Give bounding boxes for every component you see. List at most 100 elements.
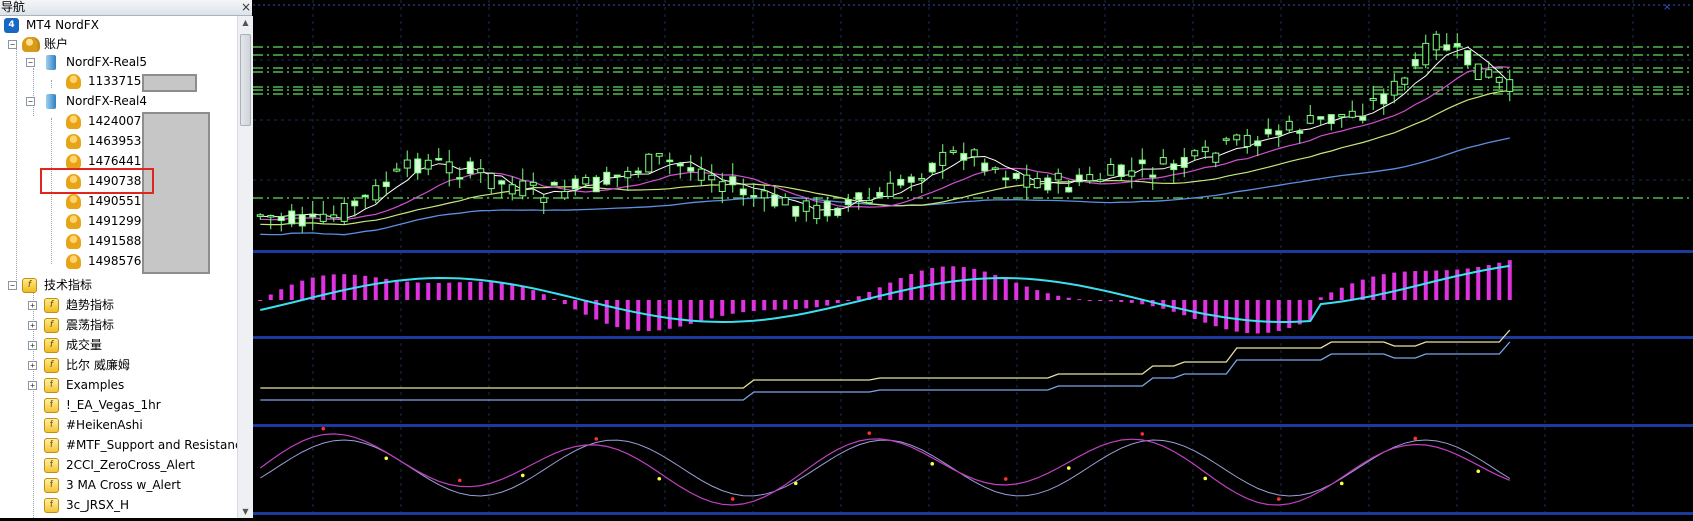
collapse-icon[interactable]: −: [8, 40, 17, 49]
user-account-icon: [66, 194, 81, 209]
candle-body: [592, 176, 600, 193]
server-icon: [46, 94, 56, 109]
candle-body: [844, 199, 852, 206]
indicator-group-label: 震荡指标: [66, 318, 115, 332]
candle-body: [708, 174, 716, 181]
macd-histogram-bar: [552, 298, 557, 300]
candle-body: [739, 188, 747, 196]
server-icon: [46, 55, 56, 70]
macd-histogram-bar: [741, 300, 746, 313]
candle-body: [813, 204, 821, 220]
candle-body: [330, 214, 338, 219]
expand-icon[interactable]: +: [28, 301, 37, 310]
expand-icon[interactable]: +: [28, 321, 37, 330]
macd-histogram-bar: [289, 284, 294, 300]
macd-histogram-bar: [1224, 300, 1229, 330]
candle-body: [361, 194, 369, 198]
chart-close-icon[interactable]: ×: [1663, 2, 1671, 13]
macd-histogram-bar: [1192, 300, 1197, 319]
scroll-down-arrow-icon[interactable]: ▼: [238, 505, 253, 518]
chart-window[interactable]: ×: [253, 0, 1693, 518]
candle-body: [1485, 69, 1493, 78]
candle-body: [1149, 174, 1157, 178]
candle-body: [477, 168, 485, 174]
candle-body: [1107, 163, 1115, 176]
candle-body: [949, 150, 957, 153]
macd-histogram-bar: [667, 300, 672, 329]
candle-body: [697, 168, 705, 181]
candle-body: [624, 170, 632, 179]
navigator-scrollbar[interactable]: ▲ ▼: [237, 16, 253, 518]
user-account-icon: [66, 134, 81, 149]
macd-histogram-bar: [1024, 286, 1029, 300]
macd-histogram-bar: [678, 300, 683, 327]
user-account-icon: [66, 254, 81, 269]
candle-body: [1369, 97, 1377, 101]
candle-body: [498, 180, 506, 185]
candle-body: [655, 153, 663, 157]
accounts-icon: [22, 37, 37, 52]
oscillator-top-dot: [867, 431, 872, 435]
navigator-panel: 导航 × 4 MT4 NordFX − 账户 − NordFX-Real5 11…: [0, 0, 253, 518]
indicators-folder-icon: f: [22, 278, 37, 293]
candle-body: [393, 168, 401, 172]
macd-histogram-bar: [1381, 274, 1386, 300]
mt4-terminal-icon: 4: [4, 18, 19, 33]
candle-body: [991, 167, 999, 170]
macd-histogram-bar: [363, 275, 368, 300]
indicator-item-label: 3 MA Cross w_Alert: [66, 478, 181, 492]
candle-body: [1044, 177, 1052, 191]
indicators-label: 技术指标: [44, 278, 93, 292]
oscillator-top-dot: [457, 478, 462, 483]
macd-histogram-bar: [762, 300, 767, 311]
macd-histogram-bar: [1171, 300, 1176, 312]
scrollbar-thumb[interactable]: [240, 34, 251, 126]
accounts-label: 账户: [44, 37, 69, 51]
candle-body: [1023, 174, 1031, 188]
macd-histogram-bar: [342, 274, 347, 300]
expand-icon[interactable]: +: [28, 341, 37, 350]
indicator-group-label: 比尔 威廉姆: [66, 358, 130, 372]
macd-histogram-bar: [846, 299, 851, 301]
candle-body: [529, 181, 537, 186]
candle-body: [1243, 134, 1251, 147]
candle-body: [1065, 187, 1073, 193]
candle-body: [981, 162, 989, 172]
candle-body: [865, 199, 873, 204]
macd-histogram-bar: [636, 300, 641, 331]
macd-histogram-bar: [1045, 293, 1050, 300]
scroll-up-arrow-icon[interactable]: ▲: [238, 16, 253, 29]
candle-body: [519, 180, 527, 197]
candle-body: [456, 177, 464, 180]
macd-histogram-bar: [1056, 295, 1061, 300]
collapse-icon[interactable]: −: [26, 97, 35, 106]
candle-body: [960, 153, 968, 161]
price-chart-canvas[interactable]: ×: [253, 0, 1693, 518]
macd-histogram-bar: [447, 282, 452, 300]
candle-body: [1359, 116, 1367, 121]
candle-body: [298, 214, 306, 227]
macd-histogram-bar: [1266, 300, 1271, 333]
candle-body: [886, 182, 894, 197]
account-number: 1133715:: [88, 74, 146, 88]
candle-body: [487, 172, 495, 190]
panel-separator: [253, 336, 1693, 339]
expand-icon[interactable]: +: [28, 381, 37, 390]
macd-histogram-bar: [1003, 278, 1008, 300]
macd-histogram-bar: [1098, 300, 1103, 301]
candle-body: [1233, 134, 1241, 141]
macd-histogram-bar: [657, 300, 662, 331]
candle-body: [1054, 172, 1062, 181]
expand-icon[interactable]: +: [28, 361, 37, 370]
user-account-icon: [66, 154, 81, 169]
candle-body: [1401, 77, 1409, 85]
candle-body: [1128, 170, 1136, 177]
candle-body: [750, 195, 758, 198]
candle-body: [834, 207, 842, 216]
close-icon[interactable]: ×: [240, 0, 252, 15]
candle-body: [666, 159, 674, 163]
collapse-icon[interactable]: −: [26, 58, 35, 67]
oscillator-bottom-dot: [520, 473, 525, 478]
collapse-icon[interactable]: −: [8, 281, 17, 290]
macd-histogram-bar: [583, 300, 588, 315]
